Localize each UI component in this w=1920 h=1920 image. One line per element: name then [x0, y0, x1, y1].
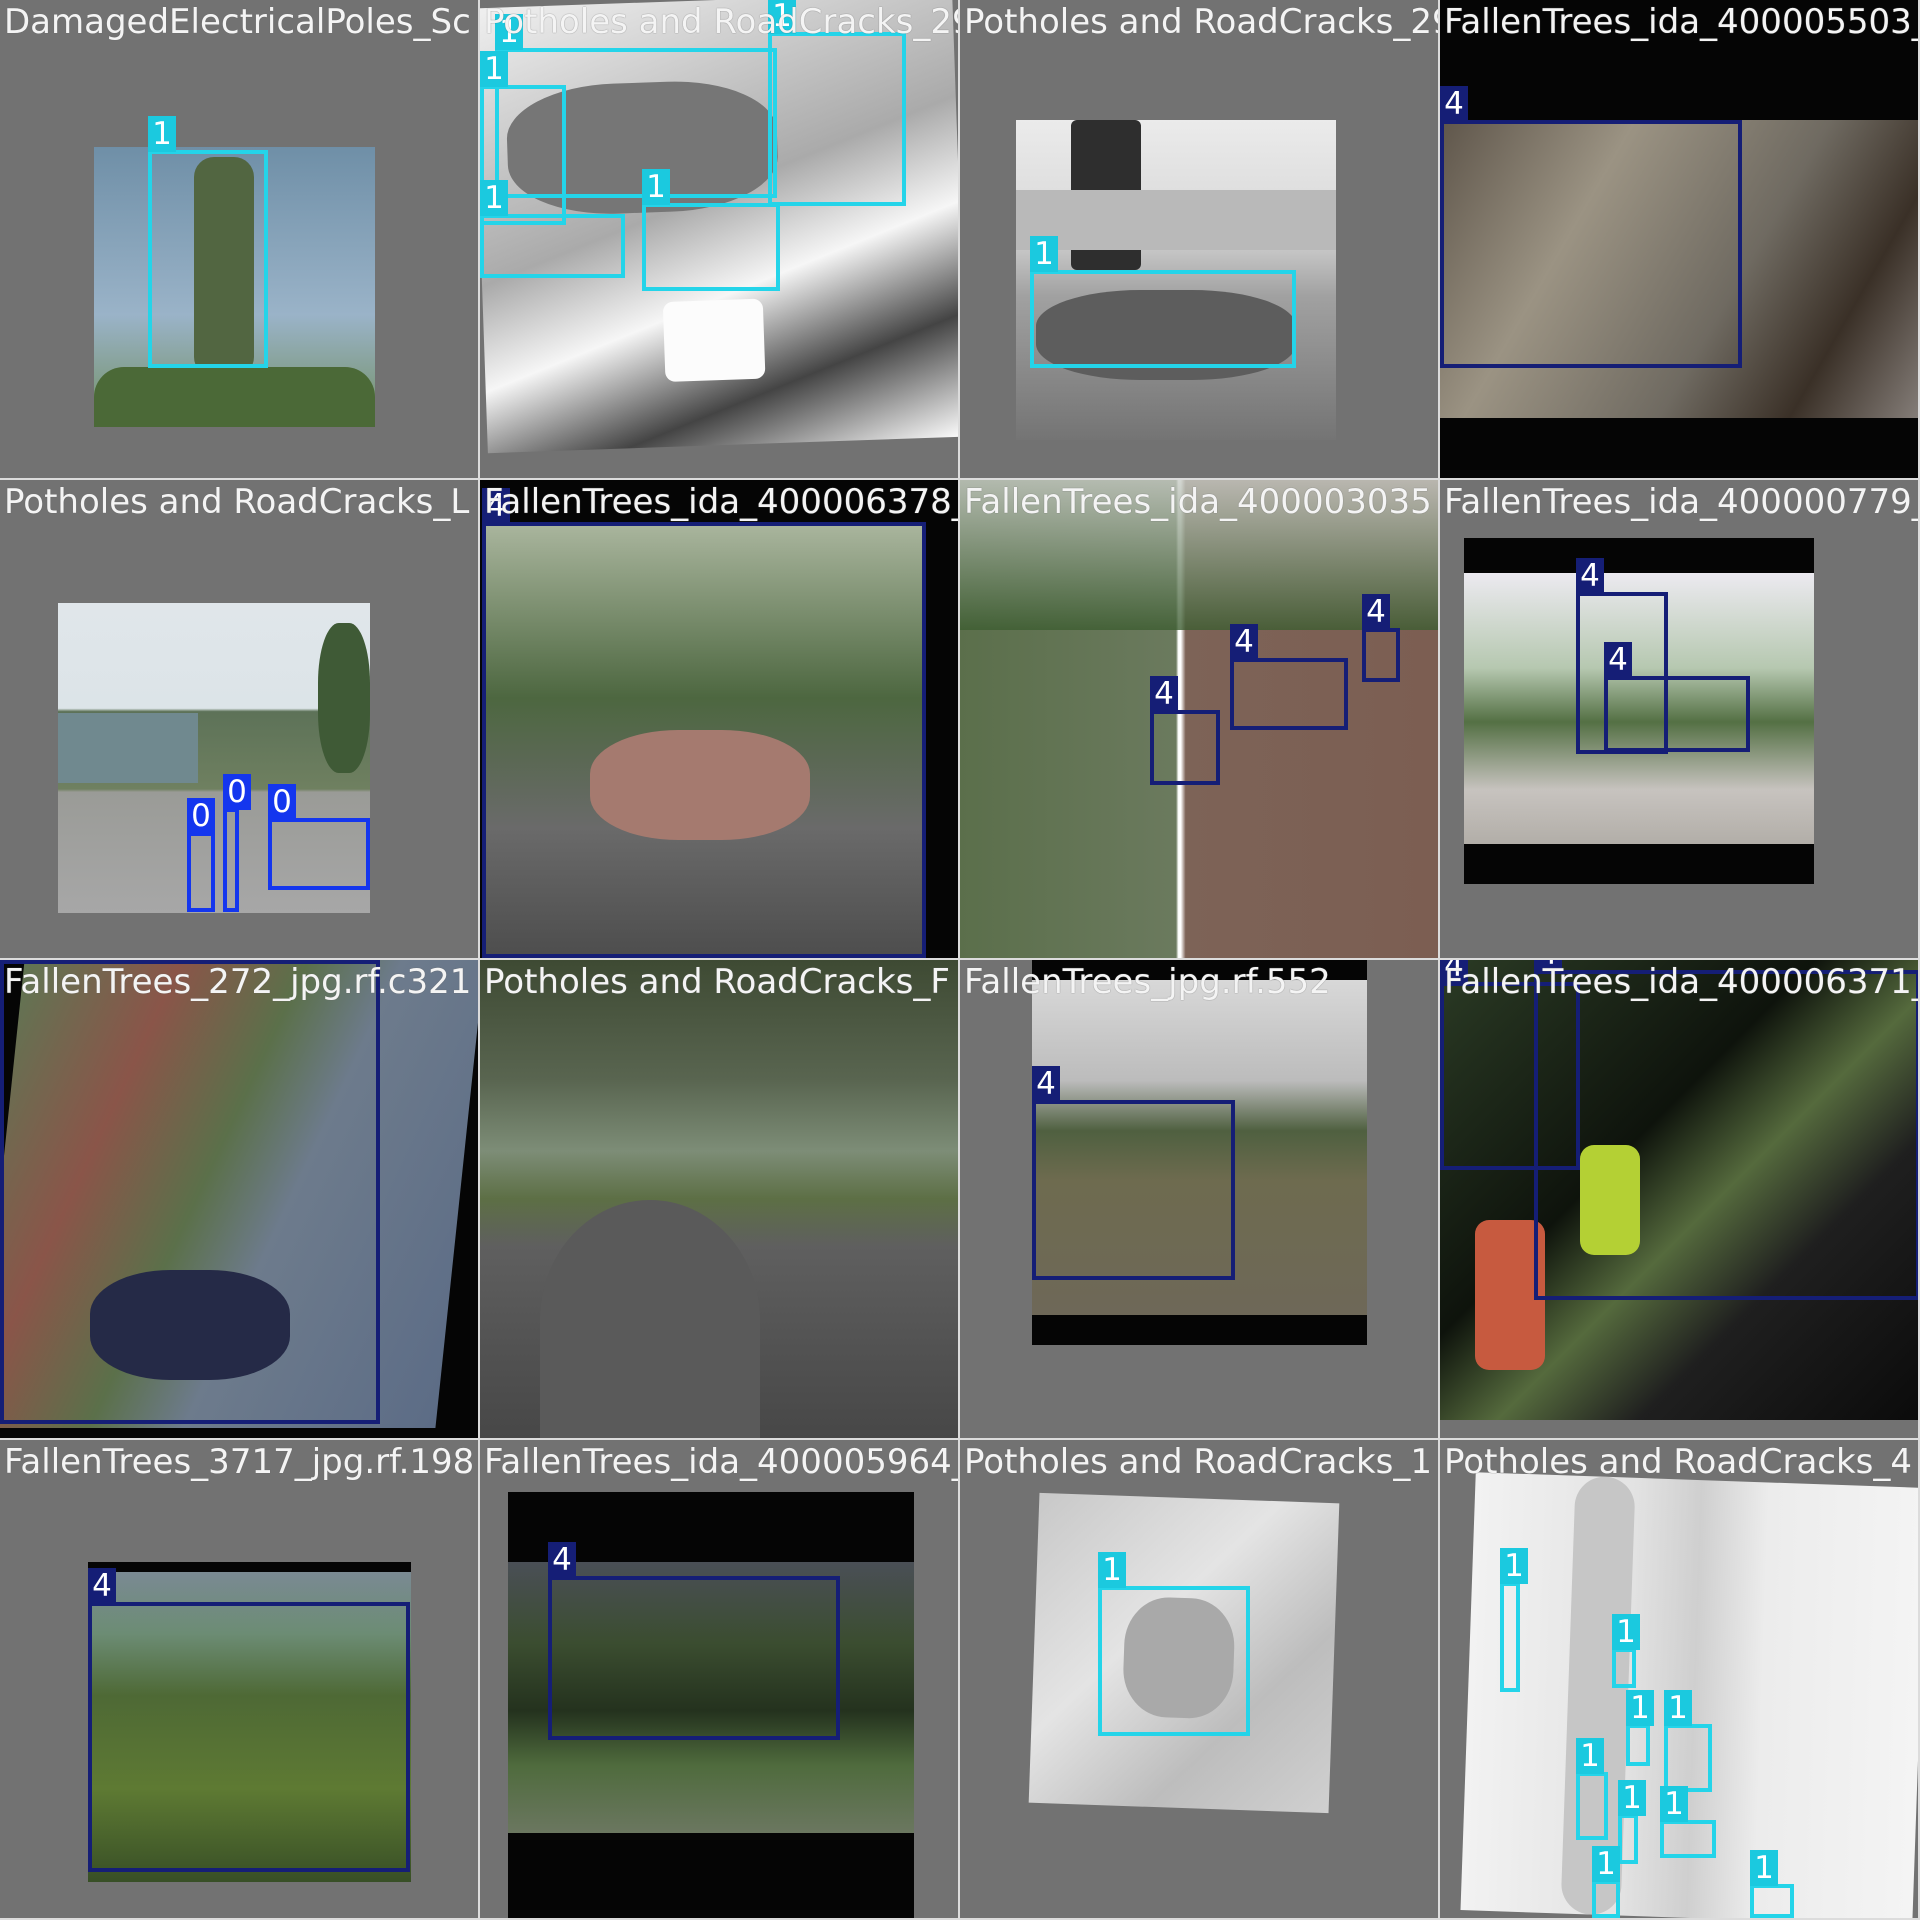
- bounding-box: 1: [1626, 1690, 1654, 1766]
- class-label: 4: [1576, 558, 1604, 594]
- cell-title: FallenTrees_ida_400005964_: [484, 1442, 960, 1482]
- class-label: 0: [187, 798, 215, 834]
- class-label: 4: [1440, 86, 1468, 122]
- mosaic-cell-13: FallenTrees_3717_jpg.rf.198 4: [0, 1440, 480, 1920]
- bounding-box: 1: [1664, 1690, 1712, 1792]
- bounding-box: 1: [768, 0, 906, 206]
- cell-title: FallenTrees_ida_400000779_: [1444, 482, 1920, 522]
- cell-title: FallenTrees_jpg.rf.552: [964, 962, 1331, 1002]
- class-label: 4: [1150, 676, 1178, 712]
- cell-title: Potholes and RoadCracks_F: [484, 962, 950, 1002]
- mosaic-cell-8: FallenTrees_ida_400000779_ 4 4: [1440, 480, 1920, 960]
- bounding-box: 4: [1440, 86, 1742, 368]
- class-label: 1: [148, 116, 176, 152]
- class-label: 1: [642, 169, 670, 205]
- mosaic-cell-7: FallenTrees_ida_400003035 4 4 4: [960, 480, 1440, 960]
- class-label: 1: [1030, 236, 1058, 272]
- bounding-box: 1: [1592, 1846, 1620, 1918]
- mosaic-cell-15: Potholes and RoadCracks_1 1: [960, 1440, 1440, 1920]
- bounding-box: 4: [548, 1542, 840, 1740]
- cell-title: Potholes and RoadCracks_1: [964, 1442, 1433, 1482]
- cell-title: FallenTrees_ida_400006371_: [1444, 962, 1920, 1002]
- bounding-box: 0: [187, 798, 215, 912]
- bounding-box: 4: [1230, 624, 1348, 730]
- bounding-box: 4: [1534, 960, 1918, 1300]
- bounding-box: 1: [1750, 1850, 1794, 1918]
- bounding-box: 4: [1032, 1066, 1235, 1280]
- mosaic-cell-4: FallenTrees_ida_400005503_ 4: [1440, 0, 1920, 480]
- bounding-box: 1: [1576, 1738, 1608, 1840]
- class-label: 4: [1362, 594, 1390, 630]
- bounding-box: 1: [1030, 236, 1296, 368]
- class-label: 4: [548, 1542, 576, 1578]
- class-label: 1: [480, 51, 508, 87]
- cell-title: FallenTrees_3717_jpg.rf.198: [4, 1442, 475, 1482]
- mosaic-cell-12: FallenTrees_ida_400006371_ 4 4: [1440, 960, 1920, 1440]
- bounding-box: 4: [482, 488, 926, 958]
- bounding-box: 4: [0, 960, 380, 1424]
- cell-title: FallenTrees_272_jpg.rf.c321: [4, 962, 472, 1002]
- mosaic-cell-5: Potholes and RoadCracks_L 0 0 0: [0, 480, 480, 960]
- bounding-box: 1: [1618, 1780, 1646, 1864]
- bounding-box: 1: [148, 116, 268, 368]
- class-label: 0: [223, 774, 251, 810]
- cell-title: Potholes and RoadCracks_4: [1444, 1442, 1913, 1482]
- bounding-box: 1: [1612, 1614, 1640, 1688]
- road-photo: [480, 960, 958, 1438]
- cell-title: Potholes and RoadCracks_294_jpg.rf.0c12: [484, 2, 960, 42]
- cell-title: DamagedElectricalPoles_Sc: [4, 2, 471, 42]
- class-label: 1: [1660, 1786, 1688, 1822]
- class-label: 1: [1500, 1548, 1528, 1584]
- bounding-box: 4: [1150, 676, 1220, 785]
- mosaic-cell-9: FallenTrees_272_jpg.rf.c321 4: [0, 960, 480, 1440]
- bounding-box: 4: [1362, 594, 1400, 682]
- mosaic-cell-2: Potholes and RoadCracks_294_jpg.rf.0c12 …: [480, 0, 960, 480]
- class-label: 0: [268, 784, 296, 820]
- class-label: 1: [1626, 1690, 1654, 1726]
- mosaic-cell-6: FallenTrees_ida_400006378_ 4: [480, 480, 960, 960]
- bounding-box: 1: [1500, 1548, 1528, 1692]
- bounding-box: 4: [88, 1568, 410, 1872]
- class-label: 1: [1618, 1780, 1646, 1816]
- bounding-box: 1: [642, 169, 780, 291]
- cell-title: Potholes and RoadCracks_L: [4, 482, 470, 522]
- bounding-box: 0: [268, 784, 370, 890]
- cell-title: Potholes and RoadCracks_294_jpg.rf.0c12: [964, 2, 1440, 42]
- mosaic-cell-1: DamagedElectricalPoles_Sc 1: [0, 0, 480, 480]
- class-label: 1: [1750, 1850, 1778, 1886]
- cell-title: FallenTrees_ida_400006378_: [484, 482, 960, 522]
- class-label: 1: [1098, 1552, 1126, 1588]
- bounding-box: 1: [1660, 1786, 1716, 1858]
- class-label: 4: [1230, 624, 1258, 660]
- mosaic-cell-16: Potholes and RoadCracks_4 1 1 1 1 1 1 1 …: [1440, 1440, 1920, 1920]
- class-label: 1: [1576, 1738, 1604, 1774]
- bounding-box: 1: [1098, 1552, 1250, 1736]
- cell-title: FallenTrees_ida_400003035: [964, 482, 1432, 522]
- class-label: 4: [88, 1568, 116, 1604]
- class-label: 1: [1612, 1614, 1640, 1650]
- mosaic-cell-14: FallenTrees_ida_400005964_ 4: [480, 1440, 960, 1920]
- bounding-box: 0: [223, 774, 251, 912]
- class-label: 1: [1592, 1846, 1620, 1882]
- mosaic-cell-3: Potholes and RoadCracks_294_jpg.rf.0c12 …: [960, 0, 1440, 480]
- mosaic-cell-10: Potholes and RoadCracks_F: [480, 960, 960, 1440]
- mosaic-cell-11: FallenTrees_jpg.rf.552 4: [960, 960, 1440, 1440]
- class-label: 1: [1664, 1690, 1692, 1726]
- class-label: 4: [1032, 1066, 1060, 1102]
- bounding-box: 1: [480, 180, 625, 278]
- bounding-box: 4: [1604, 642, 1750, 752]
- cell-title: FallenTrees_ida_400005503_: [1444, 2, 1920, 42]
- class-label: 1: [480, 180, 508, 216]
- class-label: 4: [1604, 642, 1632, 678]
